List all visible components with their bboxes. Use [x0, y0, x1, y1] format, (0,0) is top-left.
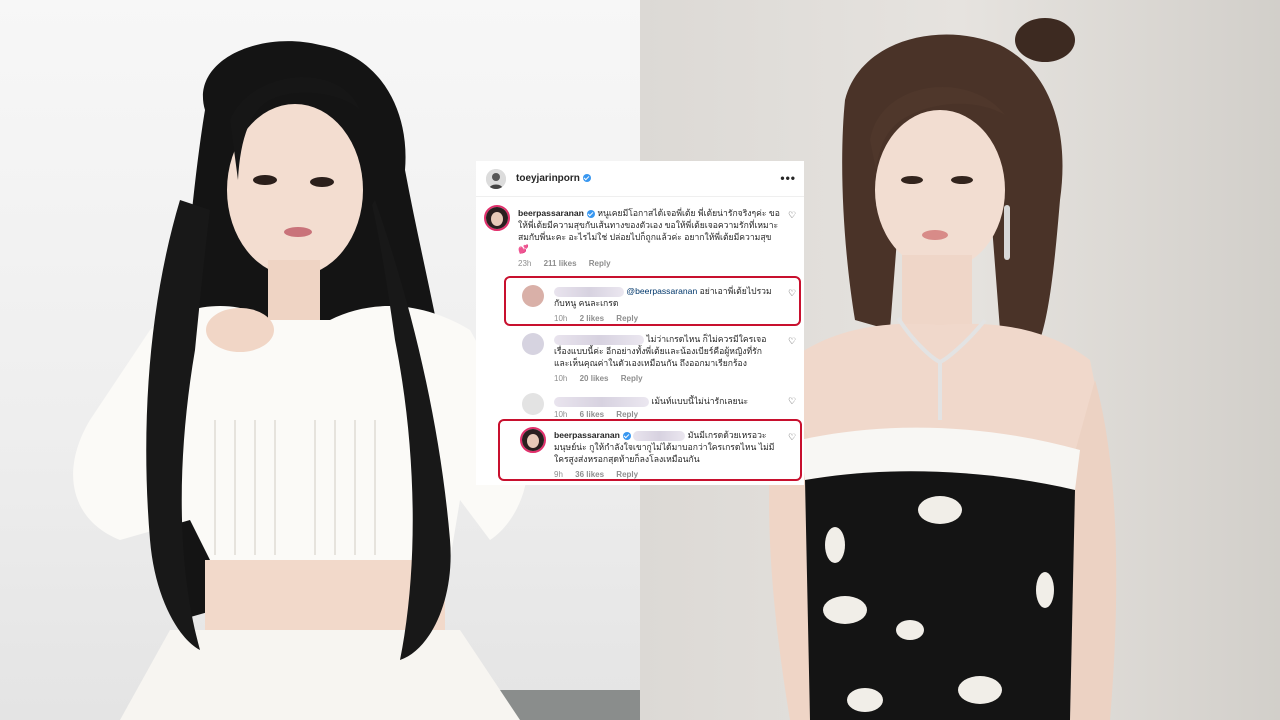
- comment-meta: 9h 36 likes Reply: [554, 470, 648, 479]
- avatar-icon: [486, 169, 506, 189]
- post-author-avatar[interactable]: [486, 169, 506, 189]
- post-author-username-text[interactable]: toeyjarinporn: [516, 173, 580, 184]
- comment-likes[interactable]: 2 likes: [580, 314, 604, 323]
- commenter-avatar[interactable]: [520, 427, 546, 453]
- reply-button[interactable]: Reply: [589, 259, 611, 268]
- reply-button[interactable]: Reply: [616, 314, 638, 323]
- heart-outline-icon[interactable]: ♡: [788, 289, 797, 298]
- comment-meta: 23h 211 likes Reply: [518, 259, 621, 268]
- blurred-username: [554, 286, 624, 297]
- comment-body: @beerpassaranan อย่าเอาพี่เต้ยไปรวมกับหน…: [554, 285, 776, 309]
- blurred-username: [554, 396, 649, 407]
- comment-meta: 10h 6 likes Reply: [554, 410, 648, 419]
- heart-outline-icon[interactable]: ♡: [788, 433, 797, 442]
- comment-text: เม้นท์แบบนี้ไม่น่ารักเลยนะ: [651, 396, 749, 406]
- blurred-username: [554, 334, 644, 345]
- comment-meta: 10h 2 likes Reply: [554, 314, 648, 323]
- verified-badge-icon: [622, 431, 631, 440]
- comment-username[interactable]: beerpassaranan: [518, 208, 584, 218]
- reply-button[interactable]: Reply: [616, 410, 638, 419]
- comment-likes[interactable]: 36 likes: [575, 470, 604, 479]
- reply-button[interactable]: Reply: [616, 470, 638, 479]
- comment-item: beerpassaranan มันมีเกรดด้วยเหรอวะ มนุษย…: [516, 427, 796, 471]
- comment-time: 9h: [554, 470, 563, 479]
- avatar-icon: [522, 429, 544, 451]
- comment-body: beerpassaranan หนูเคยมีโอกาสได้เจอพี่เต้…: [518, 207, 780, 255]
- comment-time: 10h: [554, 314, 568, 323]
- comment-mention[interactable]: @beerpassaranan: [626, 286, 697, 296]
- heart-outline-icon[interactable]: ♡: [788, 211, 797, 220]
- comment-body: เม้นท์แบบนี้ไม่น่ารักเลยนะ: [554, 395, 776, 407]
- comment-time: 10h: [554, 374, 568, 383]
- comment-likes[interactable]: 6 likes: [580, 410, 604, 419]
- post-header: toeyjarinporn •••: [476, 161, 804, 197]
- comment-body: beerpassaranan มันมีเกรดด้วยเหรอวะ มนุษย…: [554, 429, 780, 465]
- comment-time: 23h: [518, 259, 532, 268]
- commenter-avatar[interactable]: [522, 285, 544, 307]
- verified-badge-icon: [586, 209, 595, 218]
- reply-button[interactable]: Reply: [621, 374, 643, 383]
- post-author-username[interactable]: toeyjarinporn: [516, 173, 591, 184]
- commenter-avatar[interactable]: [484, 205, 510, 231]
- heart-outline-icon[interactable]: ♡: [788, 397, 797, 406]
- comment-username[interactable]: beerpassaranan: [554, 430, 620, 440]
- comment-likes[interactable]: 20 likes: [580, 374, 609, 383]
- avatar-icon: [486, 207, 508, 229]
- more-horizontal-icon[interactable]: •••: [780, 171, 796, 185]
- comment-meta: 10h 20 likes Reply: [554, 374, 653, 383]
- heart-outline-icon[interactable]: ♡: [788, 337, 797, 346]
- verified-badge-icon: [582, 174, 591, 183]
- commenter-avatar[interactable]: [522, 393, 544, 415]
- comment-body: ไม่ว่าเกรดไหน ก็ไม่ควรมีใครเจอเรื่องแบบน…: [554, 333, 776, 369]
- commenter-avatar[interactable]: [522, 333, 544, 355]
- instagram-comment-card: toeyjarinporn ••• beerpassaranan หนูเคยม…: [476, 161, 804, 485]
- comment-likes[interactable]: 211 likes: [544, 259, 577, 268]
- blurred-username: [633, 430, 686, 441]
- comment-time: 10h: [554, 410, 568, 419]
